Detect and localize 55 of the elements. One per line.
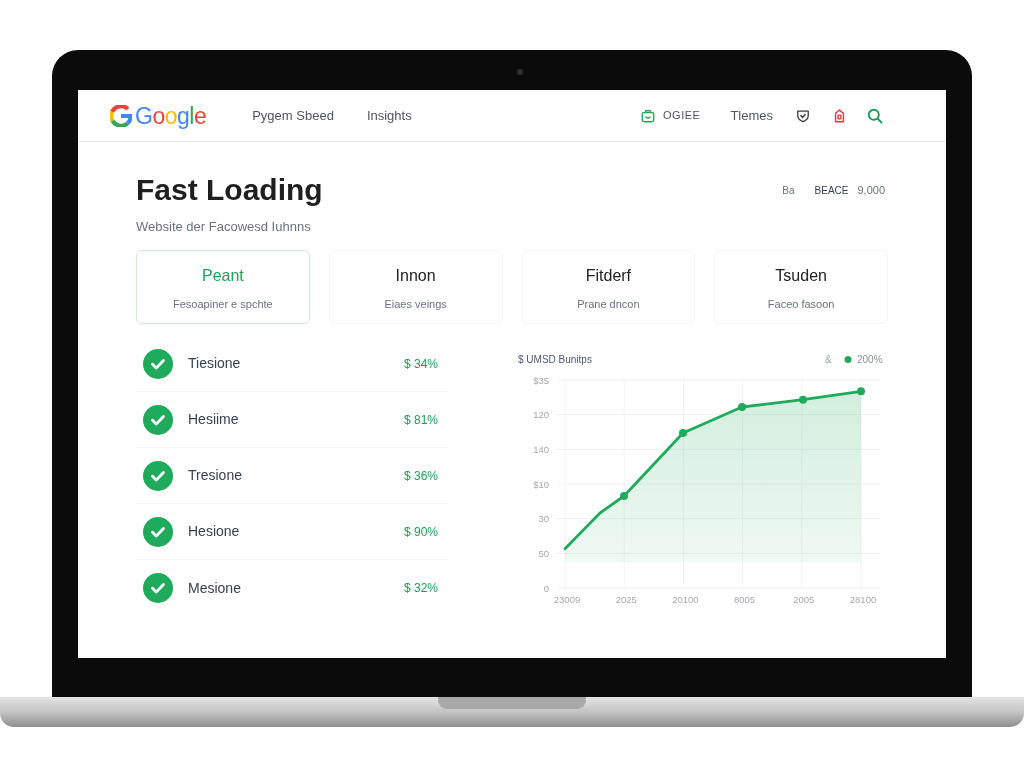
row-value: $ 36% <box>403 467 438 485</box>
axis-label: 30 <box>538 513 549 525</box>
axis-label: 23009 <box>553 594 581 605</box>
row-label: Hesione <box>188 522 240 541</box>
card-title: Innon <box>395 266 436 286</box>
page-title: Fast Loading <box>136 172 323 208</box>
row-value: $ 90% <box>403 523 438 541</box>
axis-label: 2005 <box>793 594 815 605</box>
axis-label: 120 <box>533 409 549 421</box>
camera-icon <box>517 69 523 75</box>
legend-glyph: & <box>825 354 832 365</box>
bag-icon[interactable] <box>641 108 656 123</box>
stat-label: BEACE <box>814 183 849 198</box>
axis-label: 50 <box>538 547 549 559</box>
card-subtitle: Faceo fasoon <box>767 297 835 312</box>
axis-label: 140 <box>533 443 549 455</box>
metric-card[interactable]: Fitderf Prane dncon <box>521 250 696 324</box>
nav-link[interactable]: Insights <box>366 105 412 126</box>
axis-label: $10 <box>533 478 549 490</box>
page-subtitle: Website der Facowesd Iuhnns <box>136 218 311 236</box>
stat-value: 9,000 <box>857 182 885 198</box>
menu-link[interactable]: Tlemes <box>730 105 773 126</box>
chart-title: $ UMSD Bunitps <box>518 354 592 365</box>
card-subtitle: Fesoapiner e spchte <box>173 297 273 312</box>
shield-icon[interactable] <box>796 108 810 123</box>
row-value: $ 81% <box>403 411 438 429</box>
row-label: Tresione <box>188 466 242 485</box>
axis-label: $35 <box>533 374 549 386</box>
axis-label: 2025 <box>615 594 637 605</box>
card-title: Fitderf <box>585 266 632 286</box>
g-logo-icon <box>110 104 132 127</box>
axis-label: 20100 <box>672 594 699 605</box>
metric-card[interactable]: Tsuden Faceo fasoon <box>714 250 888 324</box>
stat-prefix: Ba <box>782 183 795 198</box>
row-label: Hesiime <box>188 410 239 429</box>
axis-label: 28100 <box>849 594 877 605</box>
axis-label: 0 <box>543 582 549 594</box>
metric-card[interactable]: Innon Eiaes veings <box>328 250 503 324</box>
card-subtitle: Eiaes veings <box>384 297 447 312</box>
card-title: Tsuden <box>775 266 827 286</box>
nav-link[interactable]: Pygem Sbeed <box>252 105 334 126</box>
metric-card[interactable]: Peant Fesoapiner e spchte <box>136 250 310 324</box>
row-value: $ 32% <box>403 580 438 597</box>
legend-label: 200% <box>857 354 883 365</box>
tag-icon[interactable] <box>834 108 845 123</box>
axis-label: 8005 <box>734 594 756 605</box>
search-icon[interactable] <box>867 107 883 124</box>
row-value: $ 34% <box>403 355 438 373</box>
row-label: Tiesione <box>188 354 241 373</box>
account-label[interactable]: OGIEE <box>663 107 701 124</box>
card-title: Peant <box>201 266 244 286</box>
row-label: Mesione <box>188 578 241 598</box>
card-subtitle: Prane dncon <box>577 297 640 312</box>
logo-wordmark: Google <box>135 101 207 130</box>
legend-dot-icon <box>844 356 852 363</box>
